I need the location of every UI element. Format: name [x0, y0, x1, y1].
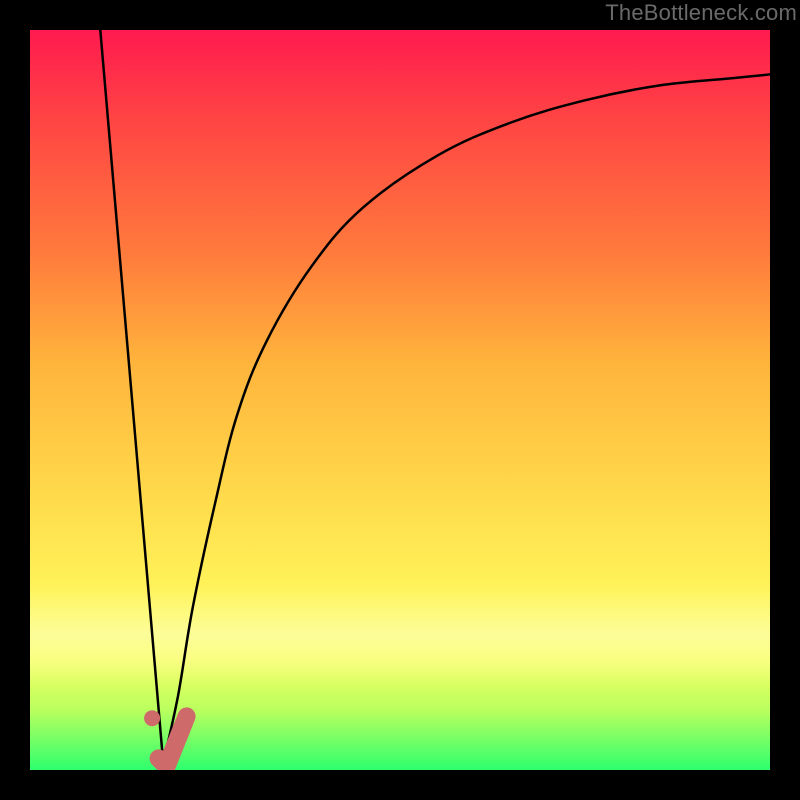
heatmap-background	[30, 30, 770, 770]
chart-frame	[30, 30, 770, 770]
watermark-text: TheBottleneck.com	[605, 0, 797, 26]
